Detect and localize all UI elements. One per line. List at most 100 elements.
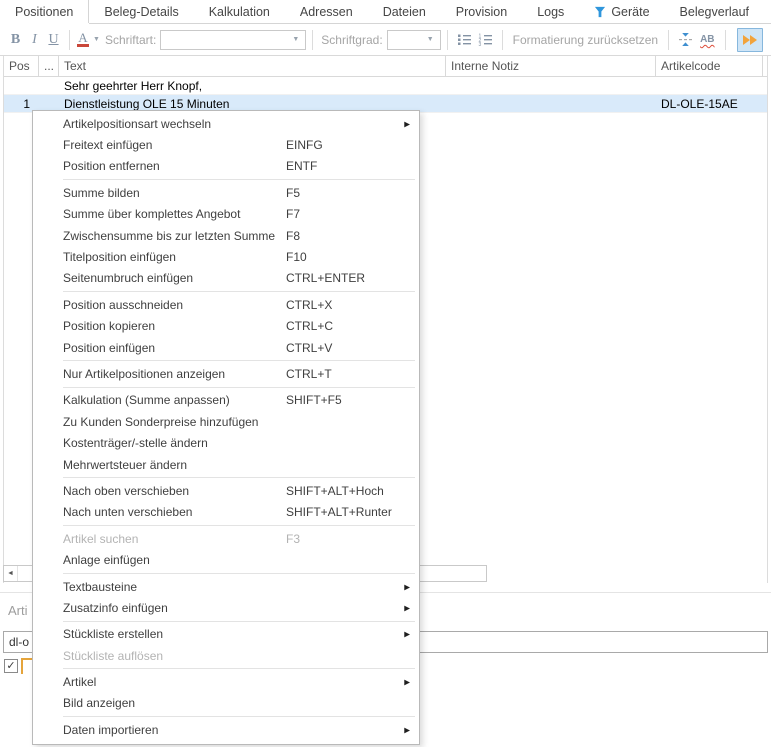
submenu-arrow-icon: ▶ [404, 630, 410, 639]
menu-item-summe-über-komplettes-angebot[interactable]: Summe über komplettes AngebotF7 [33, 204, 419, 225]
menu-item-shortcut: SHIFT+ALT+Runter [286, 505, 392, 519]
tab-adressen[interactable]: Adressen [285, 0, 368, 23]
tab-dateien[interactable]: Dateien [368, 0, 441, 23]
menu-item-bild-anzeigen[interactable]: Bild anzeigen [33, 693, 419, 714]
numbered-list-icon[interactable]: 123 [478, 33, 493, 46]
table-row[interactable]: Sehr geehrter Herr Knopf, [4, 77, 767, 95]
scroll-left-button[interactable]: ◄ [4, 566, 18, 581]
menu-item-shortcut: F3 [286, 532, 300, 546]
cell-interne-notiz [446, 77, 656, 94]
menu-item-stückliste-erstellen[interactable]: Stückliste erstellen▶ [33, 624, 419, 645]
toolbar-separator [502, 30, 503, 50]
menu-item-label: Mehrwertsteuer ändern [63, 458, 187, 472]
italic-button[interactable]: I [26, 29, 43, 51]
menu-item-zu-kunden-sonderpreise-hinzufügen[interactable]: Zu Kunden Sonderpreise hinzufügen [33, 411, 419, 432]
spellcheck-icon[interactable]: AB [700, 34, 714, 45]
menu-item-label: Freitext einfügen [63, 138, 152, 152]
bullet-list-icon[interactable] [457, 33, 472, 46]
menu-item-position-ausschneiden[interactable]: Position ausschneidenCTRL+X [33, 294, 419, 315]
bold-button[interactable]: B [7, 29, 24, 51]
menu-item-label: Zusatzinfo einfügen [63, 601, 168, 615]
menu-separator [63, 291, 415, 292]
menu-item-anlage-einfügen[interactable]: Anlage einfügen [33, 549, 419, 570]
toolbar-separator [312, 30, 313, 50]
menu-item-textbausteine[interactable]: Textbausteine ▶ [33, 576, 419, 597]
tab-label: Positionen [15, 5, 73, 19]
menu-item-shortcut: ENTF [286, 159, 317, 173]
menu-item-label: Anlage einfügen [63, 553, 150, 567]
menu-item-artikel[interactable]: Artikel▶ [33, 671, 419, 692]
column-header-[interactable]: ... [39, 56, 59, 76]
cell-text: Sehr geehrter Herr Knopf, [59, 77, 446, 94]
menu-separator [63, 477, 415, 478]
menu-separator [63, 179, 415, 180]
menu-item-seitenumbruch-einfügen[interactable]: Seitenumbruch einfügen CTRL+ENTER [33, 268, 419, 289]
font-color-caret-icon[interactable]: ▼ [93, 36, 100, 43]
menu-separator [63, 716, 415, 717]
tab-positionen[interactable]: Positionen [0, 0, 89, 23]
menu-item-kalkulation-summe-anpassen[interactable]: Kalkulation (Summe anpassen)SHIFT+F5 [33, 390, 419, 411]
menu-item-shortcut: CTRL+C [286, 319, 333, 333]
cell-artikelcode: DL-OLE-15AE [656, 95, 763, 112]
menu-item-position-einfügen[interactable]: Position einfügenCTRL+V [33, 337, 419, 358]
font-family-select[interactable]: ▼ [160, 30, 306, 50]
menu-separator [63, 573, 415, 574]
menu-item-daten-importieren[interactable]: Daten importieren▶ [33, 719, 419, 740]
menu-item-shortcut: F7 [286, 207, 300, 221]
column-header-filler [763, 56, 768, 76]
menu-item-titelposition-einfügen[interactable]: Titelposition einfügenF10 [33, 246, 419, 267]
menu-item-shortcut: F8 [286, 229, 300, 243]
tab-belegverlauf[interactable]: Belegverlauf [665, 0, 765, 23]
column-header-pos[interactable]: Pos [4, 56, 39, 76]
menu-item-label: Daten importieren [63, 723, 158, 737]
menu-item-summe-bilden[interactable]: Summe bildenF5 [33, 182, 419, 203]
menu-item-label: Zwischensumme bis zur letzten Summe [63, 229, 275, 243]
menu-item-shortcut: CTRL+ENTER [286, 271, 365, 285]
line-spacing-icon[interactable] [678, 32, 693, 47]
tab-provision[interactable]: Provision [441, 0, 522, 23]
menu-item-freitext-einfügen[interactable]: Freitext einfügenEINFG [33, 134, 419, 155]
font-color-button[interactable]: A [77, 32, 89, 47]
jump-to-position-button[interactable] [737, 28, 763, 52]
reset-formatting-button[interactable]: Formatierung zurücksetzen [513, 33, 658, 47]
submenu-arrow-icon: ▶ [404, 119, 410, 128]
menu-item-label: Artikel [63, 675, 96, 689]
menu-item-label: Textbausteine [63, 580, 137, 594]
tab-kalkulation[interactable]: Kalkulation [194, 0, 285, 23]
column-header-text[interactable]: Text [59, 56, 446, 76]
column-header-interne-notiz[interactable]: Interne Notiz [446, 56, 656, 76]
context-menu: Artikelpositionsart wechseln▶Freitext ei… [32, 110, 420, 745]
menu-item-label: Position ausschneiden [63, 298, 183, 312]
tab-label: Dateien [383, 5, 426, 19]
menu-item-label: Seitenumbruch einfügen [63, 271, 193, 285]
font-color-icon: A [78, 32, 87, 43]
tab-beleg-details[interactable]: Beleg-Details [89, 0, 193, 23]
menu-item-position-entfernen[interactable]: Position entfernenENTF [33, 156, 419, 177]
menu-item-shortcut: F5 [286, 186, 300, 200]
tab-geräte[interactable]: Geräte [579, 0, 664, 23]
menu-item-position-kopieren[interactable]: Position kopieren CTRL+C [33, 316, 419, 337]
tab-logs[interactable]: Logs [522, 0, 579, 23]
menu-item-label: Position kopieren [63, 319, 155, 333]
menu-item-nach-unten-verschieben[interactable]: Nach unten verschiebenSHIFT+ALT+Runter [33, 502, 419, 523]
menu-item-zwischensumme-bis-zur-letzten-summe[interactable]: Zwischensumme bis zur letzten Summe F8 [33, 225, 419, 246]
menu-item-label: Zu Kunden Sonderpreise hinzufügen [63, 415, 258, 429]
submenu-arrow-icon: ▶ [404, 582, 410, 591]
double-arrow-icon [742, 34, 758, 46]
menu-item-label: Stückliste auflösen [63, 649, 163, 663]
tab-label: Adressen [300, 5, 353, 19]
bottom-checkbox[interactable]: ✓ [4, 659, 18, 673]
menu-item-kostenträger-stelle-ändern[interactable]: Kostenträger/-stelle ändern [33, 432, 419, 453]
tab-label: Geräte [611, 5, 649, 19]
menu-item-mehrwertsteuer-ändern[interactable]: Mehrwertsteuer ändern [33, 454, 419, 475]
underline-button[interactable]: U [45, 29, 62, 51]
menu-item-zusatzinfo-einfügen[interactable]: Zusatzinfo einfügen▶ [33, 597, 419, 618]
menu-item-label: Nach oben verschieben [63, 484, 189, 498]
font-size-select[interactable]: ▼ [387, 30, 441, 50]
menu-item-artikelpositionsart-wechseln[interactable]: Artikelpositionsart wechseln▶ [33, 113, 419, 134]
menu-item-nach-oben-verschieben[interactable]: Nach oben verschiebenSHIFT+ALT+Hoch [33, 480, 419, 501]
menu-item-label: Kostenträger/-stelle ändern [63, 436, 208, 450]
menu-item-nur-artikelpositionen-anzeigen[interactable]: Nur Artikelpositionen anzeigenCTRL+T [33, 363, 419, 384]
tab-bar: Positionen Beleg-DetailsKalkulation Adress… [0, 0, 771, 24]
column-header-artikelcode[interactable]: Artikelcode [656, 56, 763, 76]
